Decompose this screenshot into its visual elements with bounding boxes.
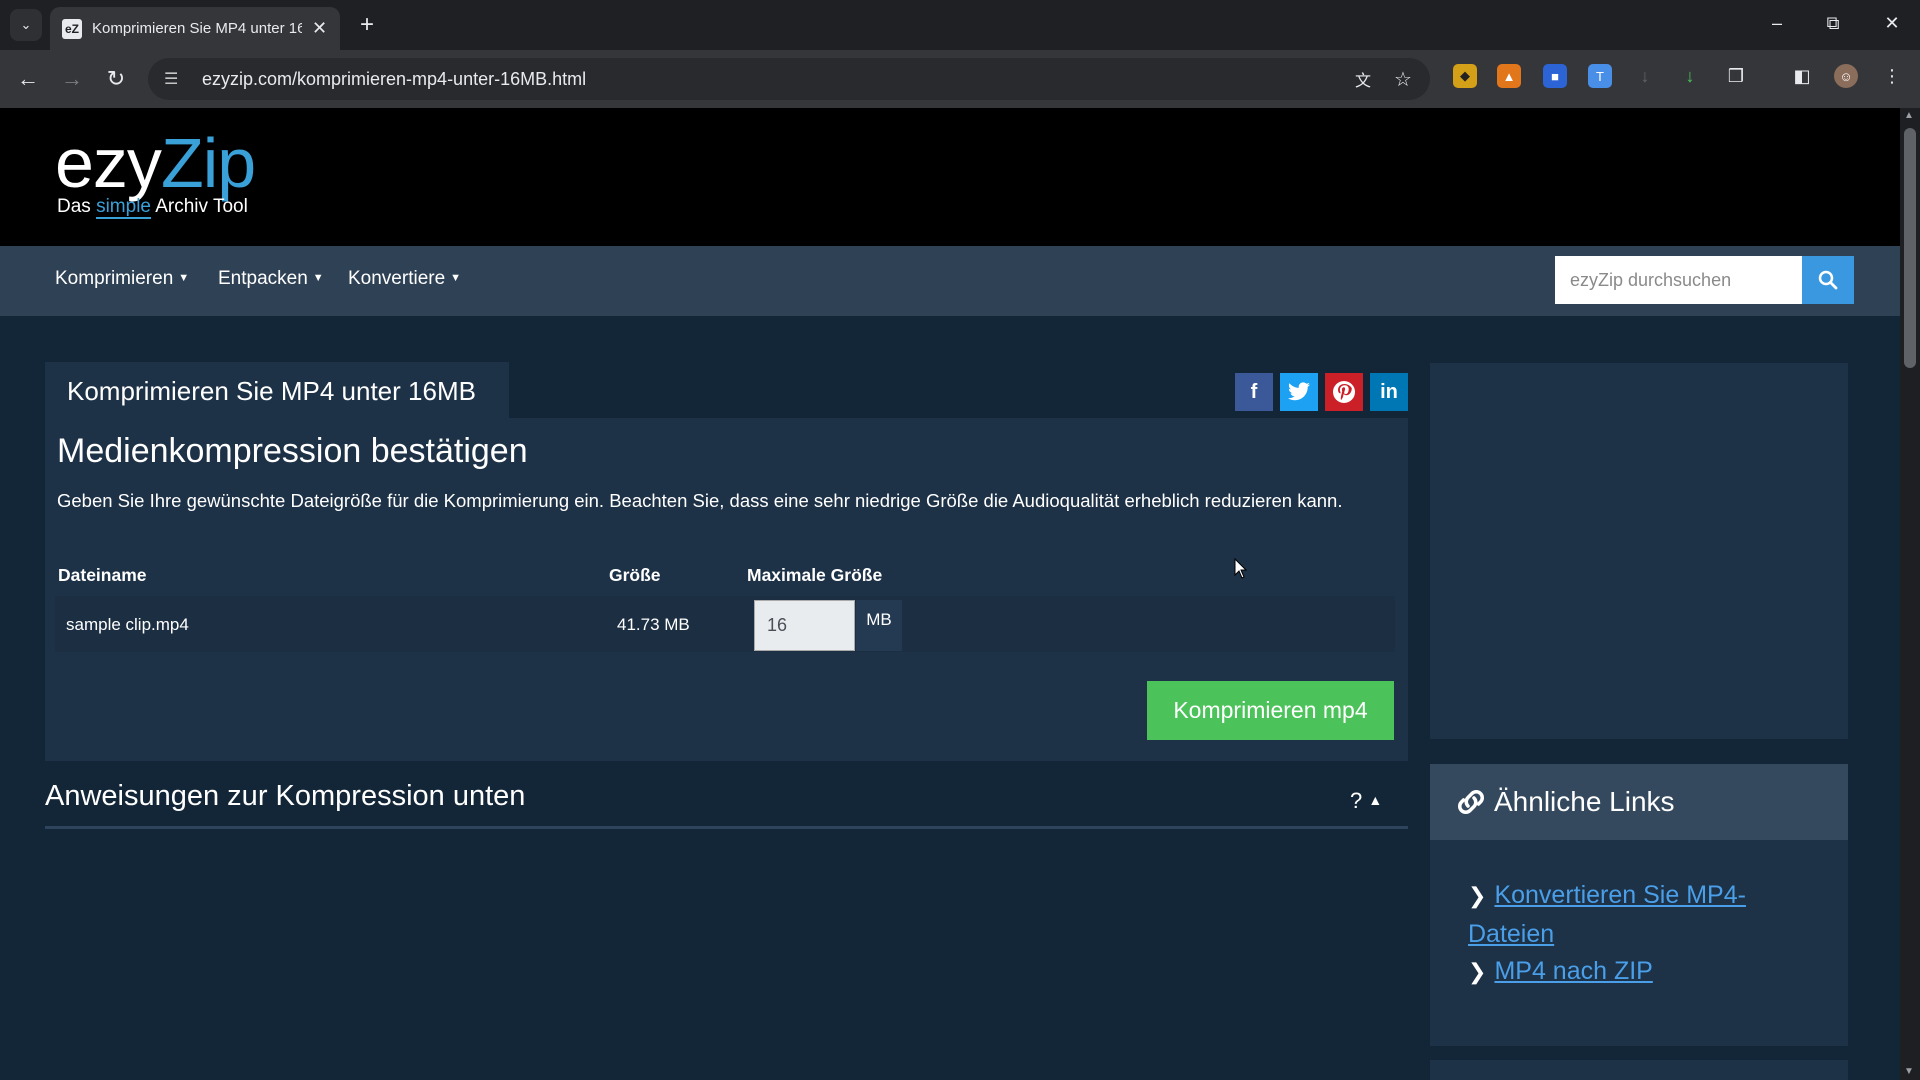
linkedin-icon: in (1380, 380, 1398, 403)
confirm-heading: Medienkompression bestätigen (57, 432, 528, 470)
window-close-icon[interactable]: ✕ (1872, 8, 1912, 38)
window-restore-icon[interactable]: ⧉ (1813, 8, 1853, 38)
site-navigation: Komprimieren ▼ Entpacken ▼ Konvertiere ▼ (0, 246, 1900, 316)
max-size-unit: MB (856, 600, 902, 651)
instructions-toggle[interactable]: ? ▲ (1350, 788, 1382, 814)
file-name: sample clip.mp4 (66, 615, 189, 634)
linkedin-share-button[interactable]: in (1370, 373, 1408, 411)
site-search (1555, 256, 1854, 304)
ad-placeholder (1430, 363, 1848, 739)
facebook-icon: f (1250, 380, 1258, 403)
chevron-right-icon: ❯ (1468, 883, 1487, 908)
scroll-down-icon[interactable]: ▼ (1904, 1066, 1914, 1077)
compression-description: Geben Sie Ihre gewünschte Dateigröße für… (57, 490, 1343, 511)
twitter-icon (1288, 382, 1310, 401)
caret-down-icon: ▼ (312, 272, 324, 284)
link-mp4-to-zip[interactable]: MP4 nach ZIP (1494, 957, 1652, 985)
tab-search-chevron-icon[interactable]: ⌄ (10, 9, 42, 41)
nav-entpacken-label: Entpacken (218, 268, 308, 289)
tab-favicon: eZ (62, 18, 82, 39)
extensions-puzzle-icon[interactable]: ❒ (1724, 64, 1748, 88)
logo-zip-text: Zip (160, 124, 256, 202)
nav-komprimieren-label: Komprimieren (55, 268, 174, 289)
tagline-post: Archiv Tool (150, 196, 248, 217)
address-url[interactable]: ezyzip.com/komprimieren-mp4-unter-16MB.h… (202, 69, 586, 90)
pinterest-share-button[interactable] (1325, 373, 1363, 411)
bookmark-star-icon[interactable]: ☆ (1388, 64, 1418, 94)
address-bar[interactable]: ☰ ezyzip.com/komprimieren-mp4-unter-16MB… (148, 58, 1430, 100)
similar-links-title: Ähnliche Links (1494, 786, 1675, 817)
side-panel-icon[interactable]: ◧ (1790, 64, 1814, 88)
site-info-icon[interactable]: ☰ (164, 69, 188, 89)
tagline-pre: Das (57, 196, 97, 217)
caret-down-icon: ▼ (178, 272, 190, 284)
table-row (55, 596, 1395, 652)
browser-tab-bar: ⌄ eZ Komprimieren Sie MP4 unter 16 ✕ + –… (0, 0, 1920, 50)
caret-up-icon: ▲ (1368, 792, 1383, 808)
browser-tab[interactable]: eZ Komprimieren Sie MP4 unter 16 ✕ (50, 7, 340, 50)
browser-toolbar: ← → ↻ ☰ ezyzip.com/komprimieren-mp4-unte… (0, 50, 1920, 108)
link-chain-icon (1458, 790, 1484, 814)
site-header: ezyZip Das simple Archiv Tool (0, 108, 1900, 246)
logo-tagline: Das simple Archiv Tool (57, 196, 255, 219)
max-size-input[interactable] (754, 600, 855, 651)
similar-links-panel: Ähnliche Links ❯ Konvertieren Sie MP4-Dat… (1430, 764, 1848, 1046)
page-title: Komprimieren Sie MP4 unter 16MB (45, 362, 509, 420)
browser-menu-kebab-icon[interactable]: ⋮ (1880, 64, 1904, 88)
caret-down-icon: ▼ (450, 272, 462, 284)
new-tab-plus-icon[interactable]: + (352, 10, 382, 40)
chevron-right-icon: ❯ (1468, 959, 1487, 984)
web-page: ezyZip Das simple Archiv Tool Komprimier… (0, 108, 1900, 1080)
extension-translate-icon[interactable]: T (1588, 64, 1612, 88)
nav-entpacken[interactable]: Entpacken ▼ (218, 268, 324, 290)
extension-shield-icon[interactable]: ■ (1543, 64, 1567, 88)
back-arrow-icon[interactable]: ← (12, 63, 44, 95)
col-header-filename: Dateiname (58, 565, 147, 585)
col-header-max-size: Maximale Größe (747, 565, 883, 585)
profile-avatar[interactable]: ☺ (1834, 64, 1858, 88)
sidebar-next-panel (1430, 1060, 1848, 1080)
logo-ezy-text: ezy (55, 124, 162, 202)
tagline-simple: simple (96, 196, 151, 219)
extension-fox-icon[interactable]: ▲ (1497, 64, 1521, 88)
scroll-thumb[interactable] (1904, 128, 1916, 368)
nav-konvertiere[interactable]: Konvertiere ▼ (348, 268, 461, 290)
tab-title: Komprimieren Sie MP4 unter 16 (92, 20, 302, 37)
similar-links-header: Ähnliche Links (1430, 764, 1848, 840)
compress-mp4-button[interactable]: Komprimieren mp4 (1147, 681, 1394, 740)
instructions-heading: Anweisungen zur Kompression unten (45, 780, 526, 812)
file-size: 41.73 MB (617, 615, 690, 634)
nav-komprimieren[interactable]: Komprimieren ▼ (55, 268, 189, 290)
search-button[interactable] (1802, 256, 1854, 304)
link-convert-mp4[interactable]: Konvertieren Sie MP4-Dateien (1468, 881, 1746, 948)
reload-icon[interactable]: ↻ (100, 63, 132, 95)
window-minimize-icon[interactable]: – (1757, 8, 1797, 38)
instructions-divider (45, 826, 1408, 829)
scroll-up-icon[interactable]: ▲ (1904, 110, 1914, 121)
extension-download-green-icon[interactable]: ↓ (1678, 64, 1702, 88)
similar-link-item[interactable]: ❯ MP4 nach ZIP (1468, 952, 1828, 991)
mouse-cursor-icon (1234, 558, 1248, 579)
col-header-size: Größe (609, 565, 661, 585)
facebook-share-button[interactable]: f (1235, 373, 1273, 411)
help-question-icon: ? (1350, 788, 1363, 813)
extension-cube-icon[interactable]: ◆ (1453, 64, 1477, 88)
site-search-input[interactable] (1555, 256, 1802, 304)
translate-icon[interactable]: 文 (1348, 64, 1378, 94)
tab-close-icon[interactable]: ✕ (312, 18, 327, 39)
pinterest-icon (1333, 381, 1355, 403)
extension-download-gray-icon[interactable]: ↓ (1633, 64, 1657, 88)
page-scrollbar[interactable]: ▲ ▼ (1900, 108, 1920, 1080)
ezyzip-logo[interactable]: ezyZip Das simple Archiv Tool (55, 124, 256, 219)
nav-konvertiere-label: Konvertiere (348, 268, 446, 289)
similar-link-item[interactable]: ❯ Konvertieren Sie MP4-Dateien (1468, 876, 1828, 953)
search-icon (1818, 270, 1838, 290)
forward-arrow-icon[interactable]: → (56, 63, 88, 95)
twitter-share-button[interactable] (1280, 373, 1318, 411)
